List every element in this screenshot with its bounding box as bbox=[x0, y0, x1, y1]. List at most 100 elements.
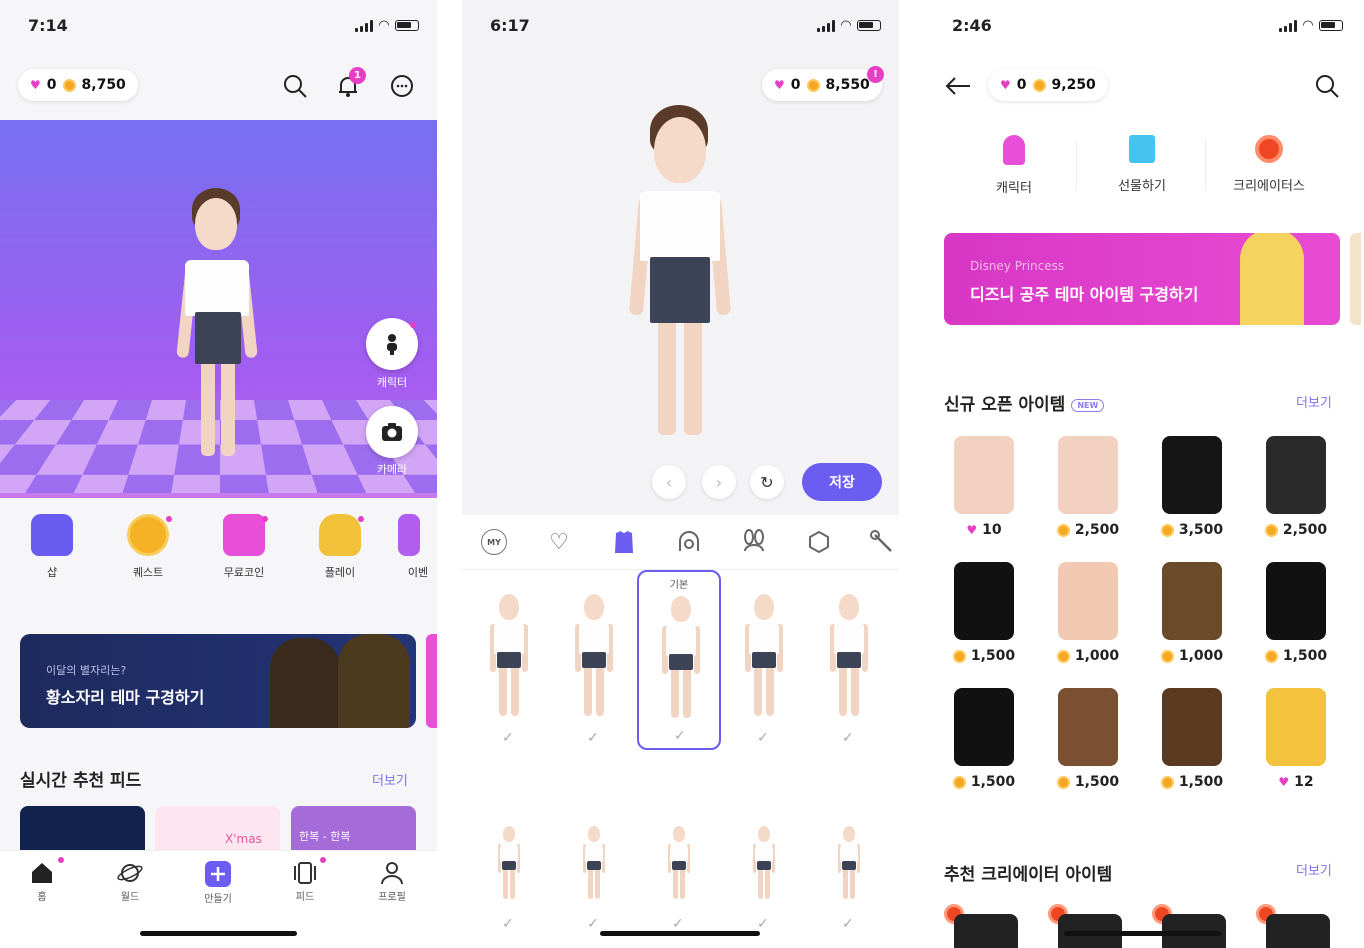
disney-banner[interactable]: Disney Princess 디즈니 공주 테마 아이템 구경하기 bbox=[944, 233, 1340, 325]
category-favorites[interactable]: ♡ bbox=[544, 527, 574, 557]
item-price-value: 12 bbox=[1294, 774, 1314, 790]
gem-count: 0 bbox=[1016, 77, 1027, 93]
next-banner-peek bbox=[1350, 233, 1361, 325]
save-button[interactable]: 저장 bbox=[802, 463, 882, 501]
body-type-option[interactable]: ✓ bbox=[722, 570, 806, 750]
feed-more-link[interactable]: 더보기 bbox=[372, 770, 408, 789]
body-type-option[interactable]: ✓ bbox=[807, 810, 891, 948]
gem-count: 0 bbox=[790, 77, 801, 93]
quick-menu: 샵 퀘스트 무료코인 플레이 이벤 bbox=[0, 514, 437, 580]
play-dot bbox=[358, 516, 364, 522]
category-face[interactable] bbox=[804, 527, 834, 557]
refresh-icon: ↻ bbox=[760, 472, 774, 492]
shop-item[interactable]: 1,000 bbox=[1038, 562, 1138, 682]
horoscope-banner[interactable]: 이달의 별자리는? 황소자리 테마 구경하기 bbox=[20, 634, 416, 728]
coin-icon bbox=[952, 775, 966, 789]
creator-item-thumbnail[interactable] bbox=[954, 914, 1018, 948]
camera-button[interactable] bbox=[366, 406, 418, 458]
banner-character-2 bbox=[338, 634, 410, 728]
menu-event[interactable]: 이벤 bbox=[388, 514, 437, 580]
status-bar: 6:17 ◠ bbox=[490, 16, 881, 38]
plus-icon bbox=[205, 861, 231, 887]
mini-avatar bbox=[582, 826, 606, 901]
tab-profile-label: 프로필 bbox=[378, 892, 406, 903]
next-banner-peek bbox=[426, 634, 437, 728]
reset-button[interactable]: ↻ bbox=[750, 465, 784, 499]
shop-item[interactable]: ♥ 12 bbox=[1246, 688, 1346, 808]
feed-dot bbox=[320, 857, 326, 863]
status-bar: 2:46 ◠ bbox=[952, 16, 1343, 38]
redo-button[interactable]: › bbox=[702, 465, 736, 499]
item-thumbnail bbox=[954, 562, 1014, 640]
category-tools[interactable] bbox=[867, 527, 897, 557]
body-type-option[interactable]: ✓ bbox=[467, 810, 551, 948]
body-type-option[interactable]: ✓ bbox=[467, 570, 551, 750]
top-menu-creators[interactable]: 크리에이터스 bbox=[1209, 135, 1329, 194]
wifi-icon: ◠ bbox=[1303, 18, 1313, 33]
body-type-option[interactable]: ✓ bbox=[552, 810, 636, 948]
body-type-option[interactable]: ✓ bbox=[637, 810, 721, 948]
category-my[interactable]: MY bbox=[479, 527, 509, 557]
shop-item[interactable]: 1,500 bbox=[1038, 688, 1138, 808]
check-icon: ✓ bbox=[842, 916, 854, 932]
tab-feed[interactable]: 피드 bbox=[275, 861, 335, 903]
new-items-more-link[interactable]: 더보기 bbox=[1296, 392, 1332, 411]
mini-avatar bbox=[829, 594, 869, 719]
category-body[interactable] bbox=[609, 527, 639, 557]
tab-create-label: 만들기 bbox=[204, 894, 232, 905]
creator-item-thumbnail[interactable] bbox=[1266, 914, 1330, 948]
back-arrow-icon[interactable] bbox=[942, 70, 974, 102]
shop-item[interactable]: 2,500 bbox=[1038, 436, 1138, 556]
item-price-value: 2,500 bbox=[1282, 522, 1328, 538]
tab-home[interactable]: 홈 bbox=[12, 861, 72, 903]
avatar-figure[interactable] bbox=[628, 105, 732, 440]
tab-profile[interactable]: 프로필 bbox=[362, 861, 422, 903]
currency-pill[interactable]: ♥ 0 8,750 bbox=[18, 69, 138, 101]
category-hair[interactable] bbox=[674, 527, 704, 557]
mini-avatar bbox=[837, 826, 861, 901]
currency-pill[interactable]: ♥ 0 9,250 bbox=[988, 69, 1108, 101]
body-type-option[interactable]: 기본 ✓ bbox=[637, 570, 721, 750]
menu-shop[interactable]: 샵 bbox=[4, 514, 100, 580]
shop-item[interactable]: 2,500 bbox=[1246, 436, 1346, 556]
search-icon[interactable] bbox=[280, 71, 310, 101]
signal-icon bbox=[817, 19, 835, 32]
top-menu-gift[interactable]: 선물하기 bbox=[1082, 135, 1202, 194]
character-icon bbox=[1003, 135, 1025, 165]
body-type-option[interactable]: ✓ bbox=[552, 570, 636, 750]
shop-item[interactable]: 3,500 bbox=[1142, 436, 1242, 556]
selected-body-label: 기본 bbox=[669, 580, 689, 591]
gem-icon: ♥ bbox=[774, 78, 785, 92]
shop-item[interactable]: 1,500 bbox=[934, 562, 1034, 682]
quest-dot bbox=[166, 516, 172, 522]
mini-avatar bbox=[667, 826, 691, 901]
shop-item[interactable]: ♥ 10 bbox=[934, 436, 1034, 556]
currency-pill[interactable]: ♥ 0 8,550 bbox=[762, 69, 882, 101]
shop-item[interactable]: 1,500 bbox=[934, 688, 1034, 808]
body-type-option[interactable]: ✓ bbox=[722, 810, 806, 948]
top-menu-character[interactable]: 캐릭터 bbox=[954, 135, 1074, 196]
status-indicators: ◠ bbox=[355, 18, 419, 33]
tab-create[interactable]: 만들기 bbox=[188, 861, 248, 905]
search-icon[interactable] bbox=[1312, 71, 1342, 101]
avatar-scene[interactable]: 캐릭터 카메라 bbox=[0, 120, 437, 498]
menu-quest[interactable]: 퀘스트 bbox=[100, 514, 196, 580]
face-shape-icon bbox=[809, 531, 829, 553]
chat-icon[interactable] bbox=[387, 71, 417, 101]
tab-world[interactable]: 월드 bbox=[100, 861, 160, 903]
undo-button[interactable]: ‹ bbox=[652, 465, 686, 499]
gift-icon bbox=[223, 514, 265, 556]
body-type-option[interactable]: ✓ bbox=[807, 570, 891, 750]
category-accessory[interactable] bbox=[739, 527, 769, 557]
creator-items-more-link[interactable]: 더보기 bbox=[1296, 860, 1332, 879]
shop-item[interactable]: 1,000 bbox=[1142, 562, 1242, 682]
divider bbox=[1205, 140, 1206, 190]
shop-item[interactable]: 1,500 bbox=[1142, 688, 1242, 808]
menu-play[interactable]: 플레이 bbox=[292, 514, 388, 580]
shop-item[interactable]: 1,500 bbox=[1246, 562, 1346, 682]
menu-free-coin[interactable]: 무료코인 bbox=[196, 514, 292, 580]
item-price-value: 1,500 bbox=[1074, 774, 1120, 790]
item-price-value: 1,000 bbox=[1074, 648, 1120, 664]
mini-avatar bbox=[661, 596, 701, 721]
item-price-value: 1,500 bbox=[1178, 774, 1224, 790]
